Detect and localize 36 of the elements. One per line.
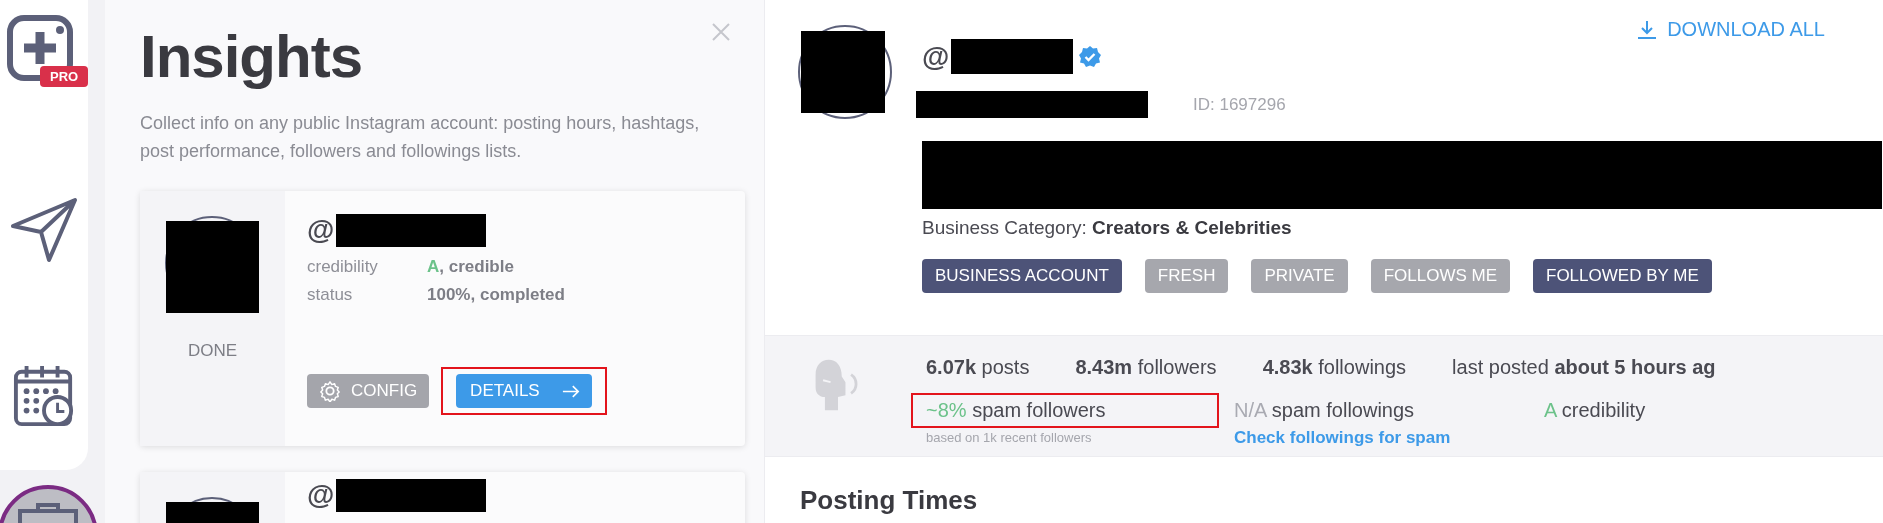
stat-note: based on 1k recent followers — [926, 430, 1093, 445]
account-tag: FOLLOWS ME — [1370, 259, 1510, 293]
config-button[interactable]: CONFIG — [307, 374, 430, 408]
business-category: Business Category: Creators & Celebrities — [922, 217, 1293, 239]
account-tag: PRIVATE — [1251, 259, 1348, 293]
info-label: status — [307, 285, 354, 305]
spam-stat: A credibility — [1543, 398, 1647, 423]
account-handle: @ — [922, 40, 950, 73]
stat-count: 6.07k posts — [926, 356, 1030, 379]
stat-count: 8.43m followers — [1075, 356, 1217, 379]
spam-stat: ~8% spam followers — [911, 393, 1219, 428]
status-label: DONE — [187, 341, 238, 361]
pro-badge: PRO — [40, 66, 89, 87]
info-value: A, credible — [427, 257, 514, 277]
account-tag: BUSINESS ACCOUNT — [922, 259, 1122, 293]
panel-title: Insights — [140, 22, 362, 91]
section-heading: Posting Times — [800, 485, 979, 516]
info-label: credibility — [307, 257, 379, 277]
download-icon — [1637, 19, 1658, 40]
panel-description: Collect info on any public Instagram account: posting hours, hashtags, post performance, followers and followings lists. — [140, 112, 701, 163]
download-all-link[interactable]: DOWNLOAD ALL — [1637, 18, 1825, 41]
stat-count: last posted about 5 hours ag — [1452, 356, 1716, 379]
stat-count: 4.83k followings — [1262, 356, 1407, 379]
info-value: 100%, completed — [427, 285, 565, 305]
spam-stat: N/A spam followings — [1233, 398, 1416, 423]
arrow-right-icon — [561, 384, 580, 398]
check-followings-link[interactable]: Check followings for spam — [1234, 428, 1529, 448]
add-post-icon[interactable] — [6, 14, 76, 84]
account-handle: @ — [307, 214, 335, 246]
account-handle: @ — [307, 479, 335, 511]
account-tag: FRESH — [1144, 259, 1229, 293]
settings-icon — [319, 380, 341, 402]
details-button[interactable]: DETAILS — [456, 374, 592, 408]
calendar-clock-icon[interactable] — [13, 364, 75, 428]
account-tag: FOLLOWED BY ME — [1533, 259, 1712, 293]
account-id: ID: 1697296 — [1193, 94, 1286, 115]
